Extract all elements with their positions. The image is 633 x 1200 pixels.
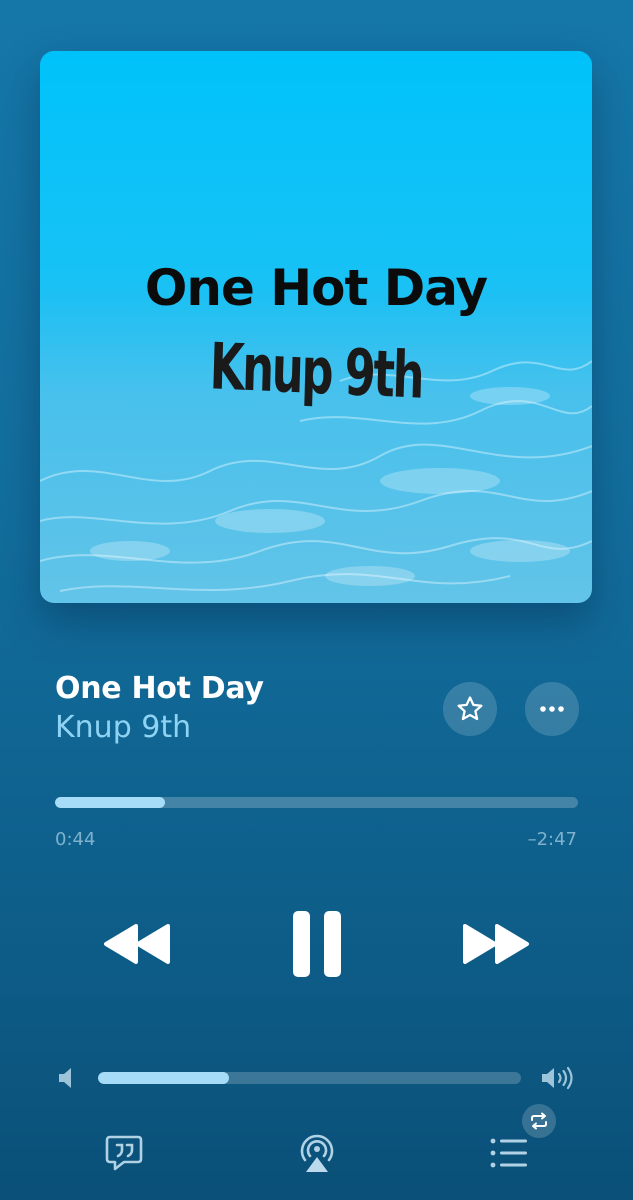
album-artwork: One Hot Day Knup 9th xyxy=(40,51,592,603)
queue-button[interactable] xyxy=(488,1134,530,1172)
remaining-time: –2:47 xyxy=(527,829,577,850)
volume-slider[interactable] xyxy=(98,1072,521,1084)
song-title: One Hot Day xyxy=(55,671,264,706)
pause-icon xyxy=(293,911,341,977)
playback-scrubber[interactable] xyxy=(55,797,578,808)
fast-forward-button[interactable] xyxy=(459,920,533,968)
lyrics-button[interactable] xyxy=(103,1132,145,1174)
elapsed-time: 0:44 xyxy=(55,829,96,850)
more-button[interactable] xyxy=(525,682,579,736)
repeat-indicator[interactable] xyxy=(522,1104,556,1138)
pause-button[interactable] xyxy=(286,908,348,980)
artist-name[interactable]: Knup 9th xyxy=(55,710,191,745)
volume-level-fill xyxy=(98,1072,230,1084)
speaker-low-icon xyxy=(59,1068,71,1088)
airplay-button[interactable] xyxy=(296,1130,338,1174)
repeat-icon xyxy=(531,1112,547,1130)
speaker-high-icon xyxy=(542,1066,573,1090)
rewind-button[interactable] xyxy=(100,920,174,968)
lyrics-quote-icon xyxy=(105,1135,143,1171)
airplay-icon xyxy=(300,1134,334,1172)
fast-forward-icon xyxy=(463,924,529,964)
rewind-icon xyxy=(104,924,170,964)
favorite-button[interactable] xyxy=(443,682,497,736)
ellipsis-icon xyxy=(540,706,564,712)
star-icon xyxy=(457,696,483,721)
playback-progress-fill xyxy=(55,797,165,808)
queue-list-icon xyxy=(490,1138,527,1168)
artwork-title-text: One Hot Day xyxy=(144,259,488,317)
